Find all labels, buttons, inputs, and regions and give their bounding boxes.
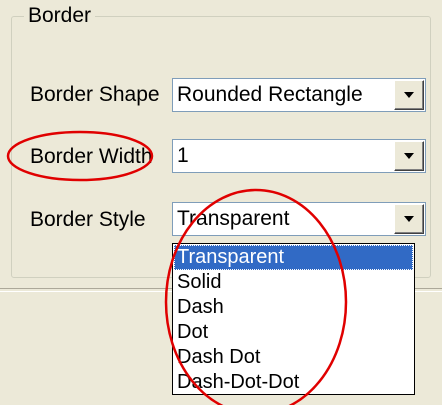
border-width-combo[interactable]: 1 xyxy=(172,139,426,173)
border-shape-combo[interactable]: Rounded Rectangle xyxy=(172,78,426,112)
chevron-down-icon xyxy=(404,216,414,222)
option-dash[interactable]: Dash xyxy=(174,295,413,320)
border-style-dropdown-button[interactable] xyxy=(394,204,424,234)
border-style-combo[interactable]: Transparent xyxy=(172,202,426,236)
border-width-dropdown-button[interactable] xyxy=(394,141,424,171)
option-dash-dot[interactable]: Dash Dot xyxy=(174,345,413,370)
border-shape-label: Border Shape xyxy=(30,83,160,106)
border-width-label: Border Width xyxy=(30,145,153,168)
border-shape-value: Rounded Rectangle xyxy=(177,83,363,106)
border-style-value: Transparent xyxy=(177,207,290,230)
option-transparent[interactable]: Transparent xyxy=(174,245,413,270)
border-style-label: Border Style xyxy=(30,208,146,231)
border-width-value: 1 xyxy=(177,144,189,167)
border-style-dropdown-list[interactable]: Transparent Solid Dash Dot Dash Dot Dash… xyxy=(172,243,415,395)
border-shape-dropdown-button[interactable] xyxy=(394,80,424,110)
option-solid[interactable]: Solid xyxy=(174,270,413,295)
option-dot[interactable]: Dot xyxy=(174,320,413,345)
chevron-down-icon xyxy=(404,92,414,98)
chevron-down-icon xyxy=(404,153,414,159)
option-dash-dot-dot[interactable]: Dash-Dot-Dot xyxy=(174,370,413,395)
group-title: Border xyxy=(24,3,96,29)
